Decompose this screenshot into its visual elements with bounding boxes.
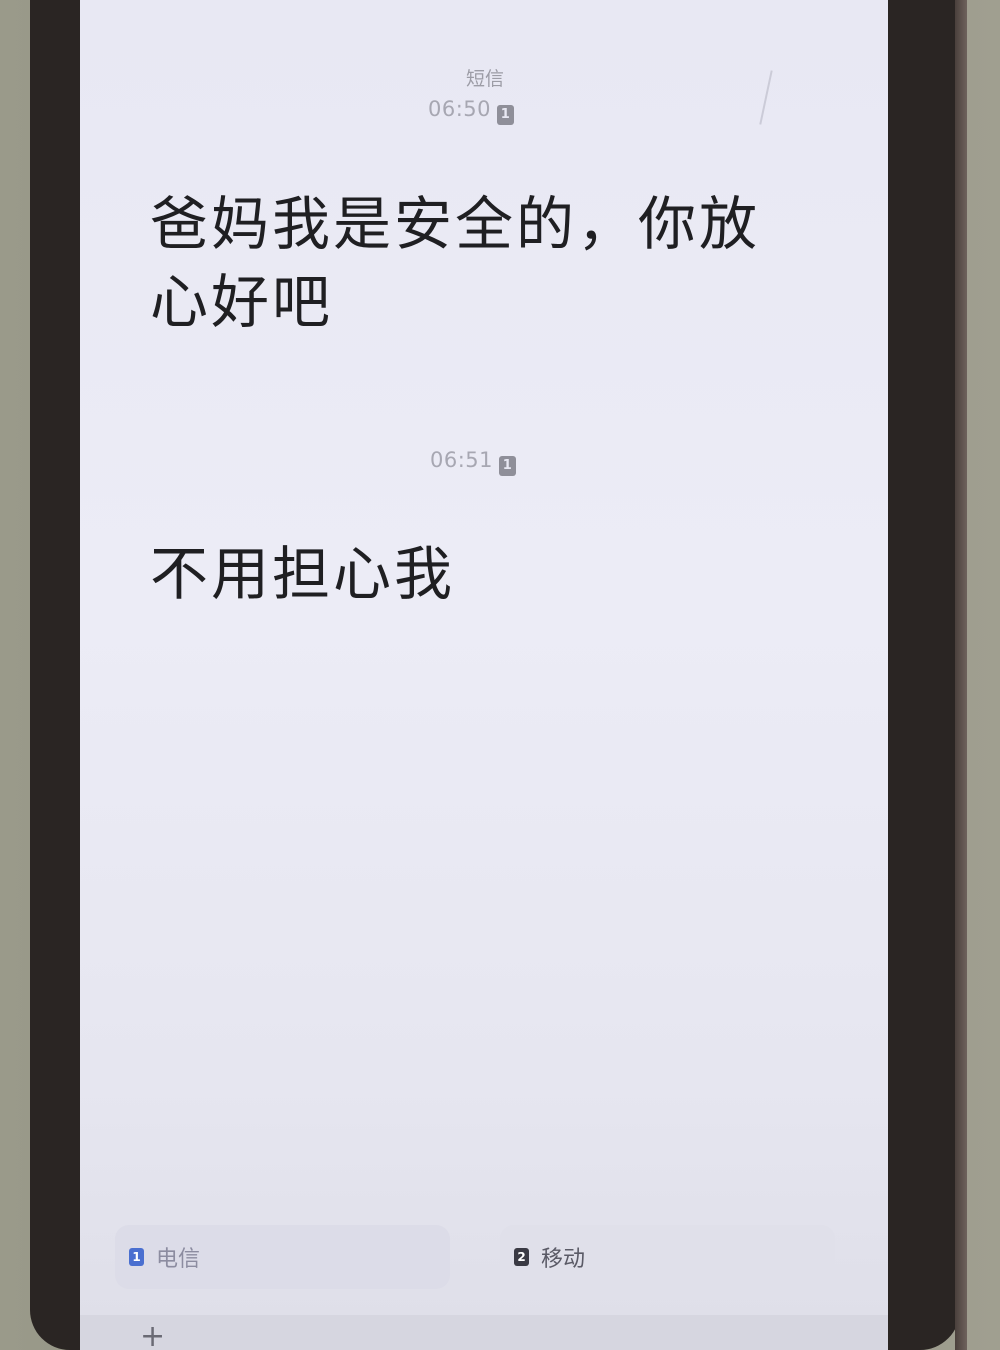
sim-2-send-button[interactable]: 2 移动	[500, 1225, 835, 1289]
timestamp-text: 06:50	[428, 97, 492, 121]
sim-1-icon: 1	[497, 105, 515, 125]
message-channel-label: 短信	[465, 68, 504, 90]
message-bubble-text[interactable]: 爸妈我是安全的，你放心好吧	[150, 185, 790, 341]
message-timestamp: 06:50 1	[428, 97, 515, 125]
screen-scratch	[759, 70, 773, 125]
message-input-bar[interactable]	[80, 1315, 888, 1350]
sim-1-send-button[interactable]: 1 电信	[115, 1225, 450, 1289]
phone-screen: 短信 06:50 1 爸妈我是安全的，你放心好吧 06:51 1 不用担心我 1 电…	[80, 0, 888, 1350]
timestamp-text: 06:51	[430, 448, 494, 472]
sim-selector-bar: 1 电信 2 移动	[80, 1225, 888, 1295]
sim-2-label: 移动	[541, 1247, 586, 1272]
message-timestamp: 06:51 1	[430, 448, 517, 476]
sim-1-icon: 1	[129, 1248, 144, 1266]
sim-1-label: 电信	[156, 1247, 201, 1272]
add-attachment-icon[interactable]: +	[140, 1322, 165, 1350]
sim-2-icon: 2	[514, 1248, 529, 1266]
phone-edge	[955, 0, 967, 1350]
sim-1-icon: 1	[499, 456, 517, 476]
message-bubble-text[interactable]: 不用担心我	[150, 535, 790, 613]
